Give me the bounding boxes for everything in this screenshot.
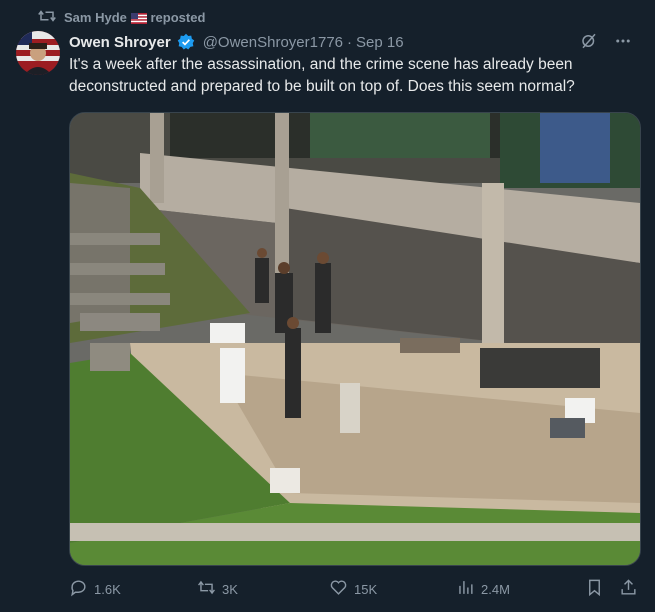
repost-context: Sam Hyde reposted — [38, 8, 205, 26]
reply-count: 1.6K — [94, 581, 121, 597]
more-options-icon[interactable] — [613, 31, 633, 51]
top-actions — [579, 31, 633, 51]
share-button[interactable] — [619, 578, 638, 600]
view-count: 2.4M — [481, 581, 510, 597]
repost-count: 3K — [222, 581, 238, 597]
tweet-header: Owen Shroyer @OwenShroyer1776 · Sep 16 — [69, 31, 404, 53]
separator-dot: · — [347, 33, 353, 51]
author-name[interactable]: Owen Shroyer — [69, 34, 171, 51]
reply-icon — [69, 578, 88, 600]
analytics-icon — [456, 578, 475, 600]
grok-icon[interactable] — [579, 31, 599, 51]
tweet-date[interactable]: Sep 16 — [356, 34, 404, 51]
tweet-actions: 1.6K 3K 15K 2.4M — [69, 578, 639, 600]
author-handle[interactable]: @OwenShroyer1776 — [203, 34, 343, 51]
us-flag-icon — [130, 12, 147, 24]
repost-icon — [38, 9, 56, 26]
repost-button[interactable]: 3K — [197, 578, 238, 600]
bookmark-button[interactable] — [585, 578, 604, 600]
reposter-name[interactable]: Sam Hyde — [64, 10, 127, 25]
repost-action-icon — [197, 578, 216, 600]
like-count: 15K — [354, 581, 378, 597]
tweet-text: It's a week after the assassination, and… — [69, 56, 575, 95]
heart-icon — [329, 578, 348, 600]
tweet-media[interactable] — [69, 112, 641, 566]
like-button[interactable]: 15K — [329, 578, 377, 600]
avatar[interactable] — [16, 31, 60, 75]
verified-badge-icon[interactable] — [177, 33, 195, 51]
share-icon — [619, 578, 638, 600]
bookmark-icon — [585, 578, 604, 600]
views-button[interactable]: 2.4M — [456, 578, 510, 600]
reply-button[interactable]: 1.6K — [69, 578, 121, 600]
repost-label: reposted — [150, 9, 206, 25]
